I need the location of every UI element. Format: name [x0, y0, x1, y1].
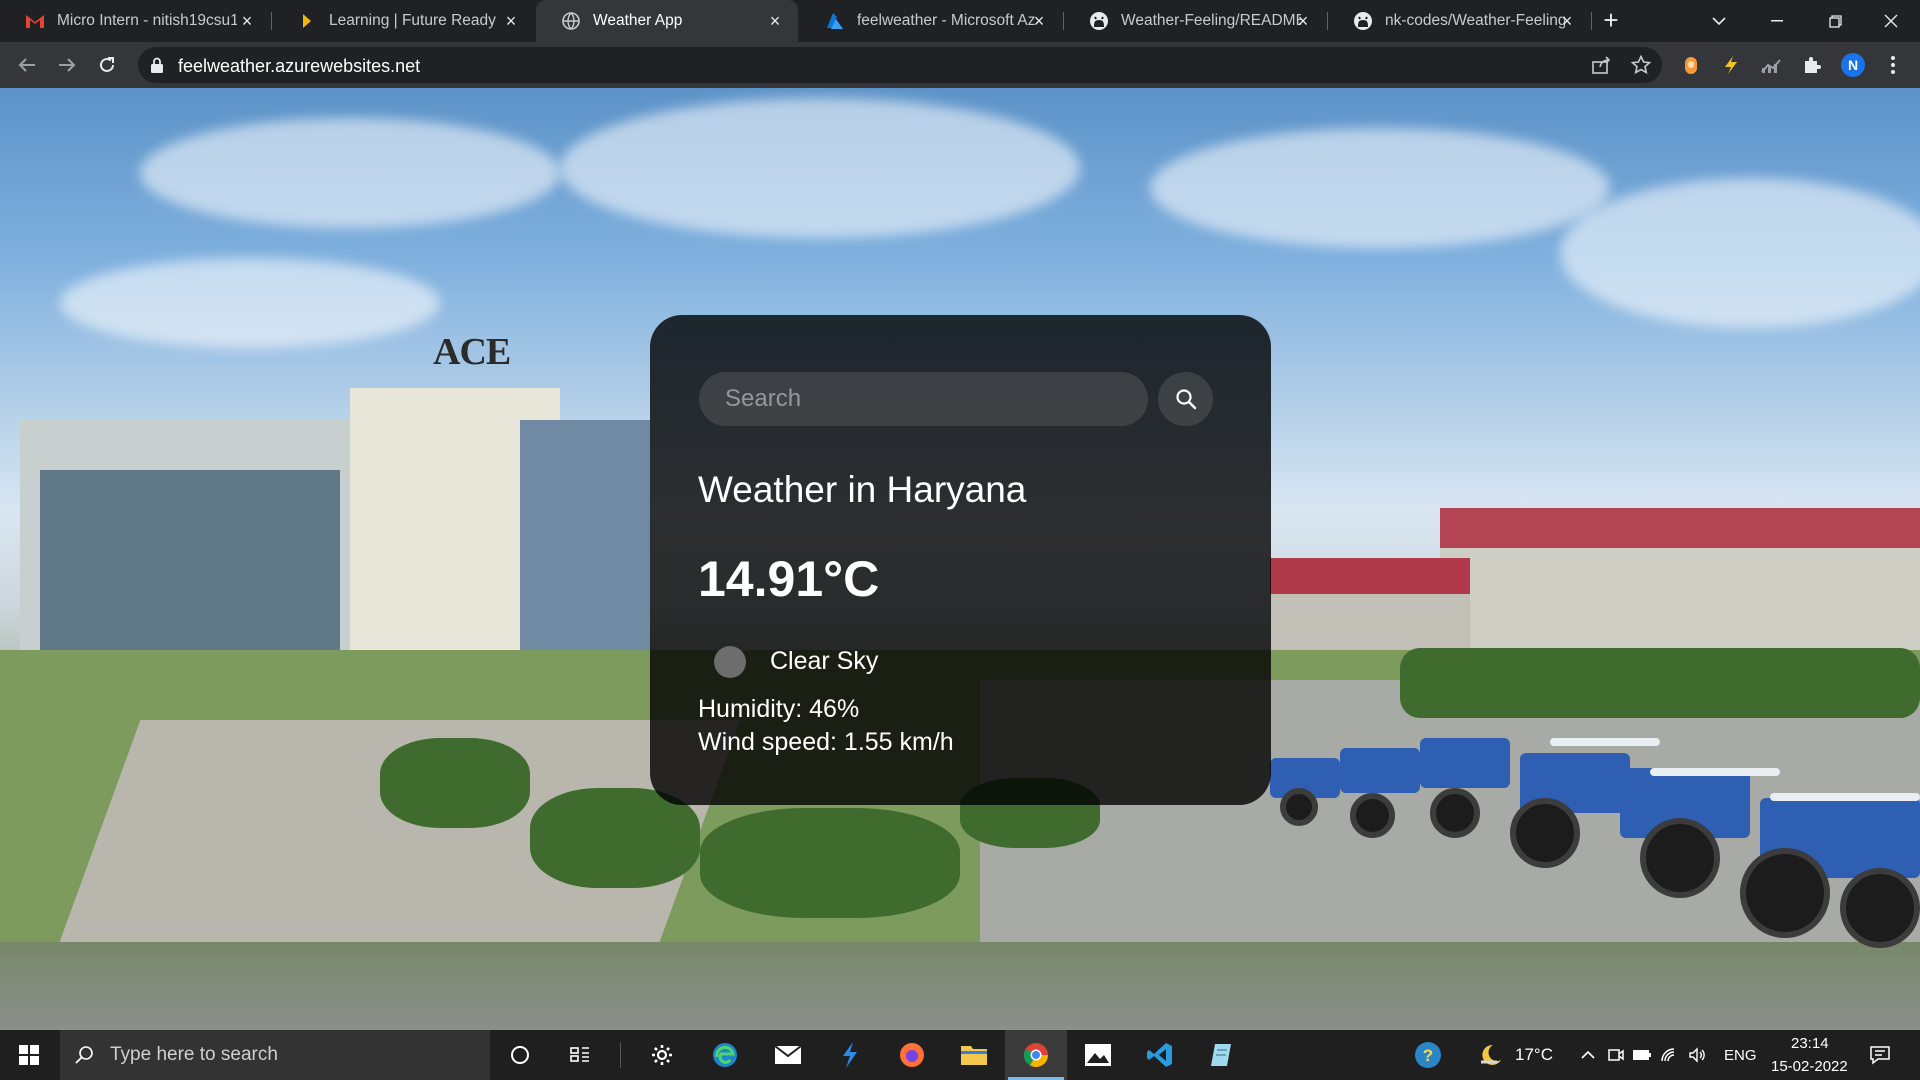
tab-title: Learning | Future Ready Tal	[329, 12, 499, 29]
menu-kebab-icon[interactable]	[1880, 52, 1906, 78]
share-icon[interactable]	[1588, 52, 1614, 78]
azure-data-studio-icon[interactable]	[830, 1035, 870, 1075]
clock-date[interactable]: 15-02-2022	[1771, 1057, 1848, 1077]
task-view-icon[interactable]	[560, 1035, 600, 1075]
forward-arrow-icon[interactable]	[52, 50, 82, 80]
minimize-icon[interactable]	[1748, 0, 1806, 42]
chrome-icon[interactable]	[1016, 1035, 1056, 1075]
search-button[interactable]	[1158, 372, 1213, 426]
url-text[interactable]: feelweather.azurewebsites.net	[178, 54, 420, 78]
wind-speed-text: Wind speed: 1.55 km/h	[698, 728, 954, 756]
restore-icon[interactable]	[1806, 0, 1864, 42]
photos-icon[interactable]	[1078, 1035, 1118, 1075]
windows-logo-icon	[19, 1045, 39, 1065]
github-icon	[1089, 11, 1109, 31]
vscode-icon[interactable]	[1140, 1035, 1180, 1075]
new-tab-button[interactable]: +	[1598, 7, 1624, 34]
extension-lightning-icon[interactable]	[1718, 52, 1744, 78]
search-input[interactable]	[699, 372, 1148, 426]
firefox-icon[interactable]	[892, 1035, 932, 1075]
tab-gmail[interactable]: Micro Intern - nitish19csu1 ×	[0, 0, 270, 42]
tab-azure[interactable]: feelweather - Microsoft Az ×	[800, 0, 1062, 42]
azure-icon	[825, 11, 845, 31]
profile-avatar[interactable]: N	[1841, 53, 1865, 77]
help-icon[interactable]: ?	[1408, 1035, 1448, 1075]
close-icon[interactable]: ×	[1558, 12, 1576, 30]
search-icon	[1175, 389, 1196, 410]
bookmark-star-icon[interactable]	[1628, 52, 1654, 78]
window-close-icon[interactable]	[1862, 0, 1920, 42]
tab-title: feelweather - Microsoft Az	[857, 12, 1035, 29]
file-explorer-icon[interactable]	[954, 1035, 994, 1075]
start-button[interactable]	[0, 1030, 58, 1080]
search-icon	[75, 1045, 95, 1070]
weather-description: Clear Sky	[770, 647, 879, 675]
volume-icon[interactable]	[1678, 1035, 1718, 1075]
tab-weather-app[interactable]: Weather App ×	[536, 0, 798, 42]
humidity-text: Humidity: 46%	[698, 695, 860, 723]
close-icon[interactable]: ×	[502, 12, 520, 30]
globe-icon	[561, 11, 581, 31]
mail-icon[interactable]	[768, 1035, 808, 1075]
building-logo: ACE	[433, 331, 511, 373]
close-icon[interactable]: ×	[238, 12, 256, 30]
tab-strip: Micro Intern - nitish19csu1 × Learning |…	[0, 0, 1920, 42]
close-icon[interactable]: ×	[1030, 12, 1048, 30]
taskbar-search-placeholder[interactable]: Type here to search	[110, 1043, 278, 1067]
tab-search-icon[interactable]	[1690, 0, 1748, 42]
github-icon	[1353, 11, 1373, 31]
close-icon[interactable]: ×	[1294, 12, 1312, 30]
city-heading: Weather in Haryana	[698, 469, 1027, 510]
notepad-icon[interactable]	[1202, 1035, 1242, 1075]
tab-github-readme[interactable]: Weather-Feeling/README. ×	[1064, 0, 1326, 42]
weather-temp[interactable]: 17°C	[1515, 1045, 1553, 1065]
learning-icon	[297, 11, 317, 31]
clock-time[interactable]: 23:14	[1791, 1034, 1829, 1054]
tab-github-repo[interactable]: nk-codes/Weather-Feeling: ×	[1328, 0, 1590, 42]
weather-condition-icon	[714, 646, 746, 678]
tab-title: Weather App	[593, 12, 683, 29]
reload-icon[interactable]	[92, 50, 122, 80]
tab-title: Weather-Feeling/README.	[1121, 12, 1301, 29]
notifications-icon[interactable]	[1860, 1035, 1900, 1075]
gmail-icon	[25, 11, 45, 31]
extension-chart-icon[interactable]	[1758, 52, 1784, 78]
tab-title: Micro Intern - nitish19csu1	[57, 12, 237, 29]
settings-icon[interactable]	[642, 1035, 682, 1075]
temperature: 14.91°C	[698, 551, 880, 607]
tab-learning[interactable]: Learning | Future Ready Tal ×	[272, 0, 534, 42]
svg-text:?: ?	[1423, 1046, 1433, 1065]
extension-orange-icon[interactable]	[1678, 52, 1704, 78]
cortana-icon[interactable]	[500, 1035, 540, 1075]
weather-moon-icon[interactable]	[1470, 1035, 1510, 1075]
tab-title: nk-codes/Weather-Feeling:	[1385, 12, 1565, 29]
edge-icon[interactable]	[705, 1035, 745, 1075]
extensions-puzzle-icon[interactable]	[1799, 52, 1825, 78]
language-indicator[interactable]: ENG	[1724, 1046, 1757, 1066]
back-arrow-icon[interactable]	[12, 50, 42, 80]
close-icon[interactable]: ×	[766, 12, 784, 30]
lock-icon[interactable]	[150, 57, 164, 73]
